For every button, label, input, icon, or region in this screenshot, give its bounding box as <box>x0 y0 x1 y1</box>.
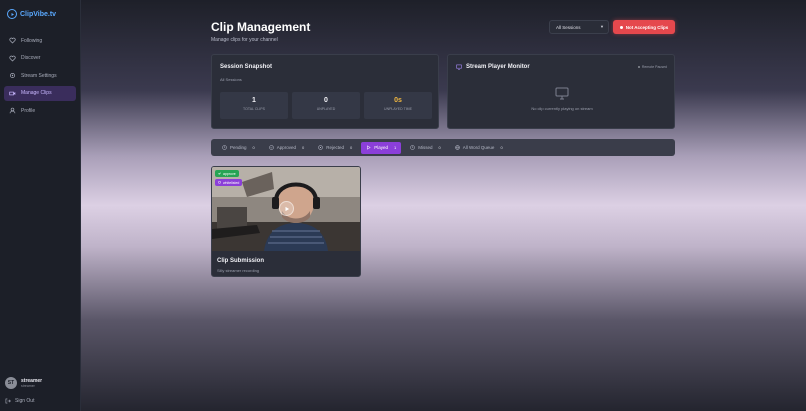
snapshot-title: Session Snapshot <box>220 64 273 70</box>
stat-unplayed-time: 0s UNPLAYED TIME <box>364 92 432 119</box>
play-icon <box>367 145 371 150</box>
tab-played[interactable]: Played 1 <box>361 141 402 154</box>
sidebar-item-discover[interactable]: Discover <box>4 51 76 66</box>
badge-label: approve <box>223 171 236 176</box>
user-profile[interactable]: ST streamer streamer <box>5 377 42 389</box>
clip-card[interactable]: approve whitelisted Clip Submission Sill… <box>211 166 361 277</box>
tab-count: 0 <box>438 145 441 150</box>
page-title: Clip Management <box>211 20 311 34</box>
session-select[interactable]: All Sessions ▼ <box>549 20 609 34</box>
check-circle-icon <box>269 145 274 150</box>
sidebar: ClipVibe.tv Following Discover Stream Se… <box>0 0 81 411</box>
clip-title: Clip Submission <box>217 258 265 264</box>
heart-icon <box>9 55 16 61</box>
tab-label: Approved <box>276 145 297 150</box>
tab-rejected[interactable]: Rejected 0 <box>313 142 357 154</box>
sidebar-item-profile[interactable]: Profile <box>4 103 76 118</box>
tab-label: Played <box>374 145 389 150</box>
tab-label: All Word Queue <box>462 145 495 150</box>
stat-value: 0s <box>394 97 402 104</box>
stat-label: UNPLAYED TIME <box>384 107 412 111</box>
tab-label: Rejected <box>326 145 345 150</box>
user-role: streamer <box>21 383 35 388</box>
play-icon <box>285 206 289 211</box>
sidebar-item-label: Profile <box>21 107 36 114</box>
not-accepting-clips-button[interactable]: Not Accepting Clips <box>613 20 675 34</box>
sidebar-item-label: Following <box>21 37 43 44</box>
play-button[interactable] <box>279 201 294 216</box>
status-dot-icon <box>637 66 640 68</box>
monitor-icon <box>456 64 462 70</box>
avatar: ST <box>5 377 17 389</box>
session-select-value: All Sessions <box>556 24 581 30</box>
logo-play-icon <box>7 9 17 19</box>
sidebar-item-manage-clips[interactable]: Manage Clips <box>4 85 76 101</box>
snapshot-subtitle: All Sessions <box>220 77 242 82</box>
stat-label: TOTAL CLIPS <box>243 107 265 111</box>
tv-icon <box>555 87 569 100</box>
remote-status: Remote Paused <box>637 65 667 69</box>
main-content: Clip Management Manage clips for your ch… <box>81 0 806 411</box>
status-dot-icon <box>619 25 623 29</box>
sidebar-item-following[interactable]: Following <box>4 33 76 48</box>
heart-icon <box>9 37 16 44</box>
sign-out-label: Sign Out <box>15 398 35 404</box>
x-circle-icon <box>318 145 323 150</box>
monitor-empty-text: No clip currently playing on stream <box>531 106 593 111</box>
badge-label: whitelisted <box>223 180 240 185</box>
clip-thumbnail[interactable]: approve whitelisted <box>212 167 360 251</box>
tab-approved[interactable]: Approved 0 <box>264 142 310 154</box>
tab-count: 0 <box>500 145 503 150</box>
sign-out-icon <box>5 398 11 404</box>
shield-icon <box>218 181 221 184</box>
sidebar-nav: Following Discover Stream Settings Manag… <box>4 33 76 121</box>
tab-count: 0 <box>350 145 353 150</box>
tab-count: 0 <box>302 145 305 150</box>
tab-pending[interactable]: Pending 0 <box>217 142 260 154</box>
clip-status-tabs: Pending 0 Approved 0 Rejected 0 Played 1… <box>211 139 675 156</box>
tab-missed[interactable]: Missed 0 <box>405 142 446 154</box>
user-name: streamer <box>21 377 43 384</box>
tab-label: Missed <box>418 145 433 150</box>
video-icon <box>9 91 16 95</box>
logo[interactable]: ClipVibe.tv <box>7 8 56 20</box>
remote-status-text: Remote Paused <box>641 65 667 69</box>
not-accepting-label: Not Accepting Clips <box>625 24 669 30</box>
status-badge-approve: approve <box>215 170 239 177</box>
logo-text: ClipVibe.tv <box>20 10 57 18</box>
session-snapshot-card: Session Snapshot All Sessions 1 TOTAL CL… <box>211 54 439 129</box>
sign-out-button[interactable]: Sign Out <box>5 398 34 404</box>
stat-label: UNPLAYED <box>316 107 336 111</box>
tab-count: 1 <box>394 145 397 150</box>
globe-icon <box>455 145 460 150</box>
tab-label: Pending <box>230 145 247 150</box>
sidebar-item-label: Discover <box>21 55 41 61</box>
clock-icon <box>410 145 415 150</box>
user-icon <box>9 107 16 114</box>
sidebar-item-label: Stream Settings <box>21 72 57 79</box>
stat-unplayed: 0 UNPLAYED <box>292 92 360 119</box>
clip-subtitle: Silly streamer recording <box>217 268 260 273</box>
status-badge-whitelisted: whitelisted <box>215 179 243 186</box>
check-icon <box>218 172 221 175</box>
sidebar-item-stream-settings[interactable]: Stream Settings <box>4 68 76 83</box>
gear-icon <box>10 73 15 78</box>
tab-all-word-queue[interactable]: All Word Queue 0 <box>450 142 508 154</box>
tab-count: 0 <box>252 145 255 150</box>
stat-value: 1 <box>252 97 256 104</box>
clock-icon <box>222 145 227 150</box>
monitor-title: Stream Player Monitor <box>456 64 530 70</box>
chevron-down-icon: ▼ <box>600 24 604 29</box>
stat-total-clips: 1 TOTAL CLIPS <box>220 92 288 119</box>
page-subtitle: Manage clips for your channel <box>211 37 278 43</box>
sidebar-item-label: Manage Clips <box>21 90 52 96</box>
stream-player-monitor-card: Stream Player Monitor Remote Paused No c… <box>447 54 675 129</box>
stat-value: 0 <box>324 97 328 104</box>
monitor-title-text: Stream Player Monitor <box>466 64 530 70</box>
